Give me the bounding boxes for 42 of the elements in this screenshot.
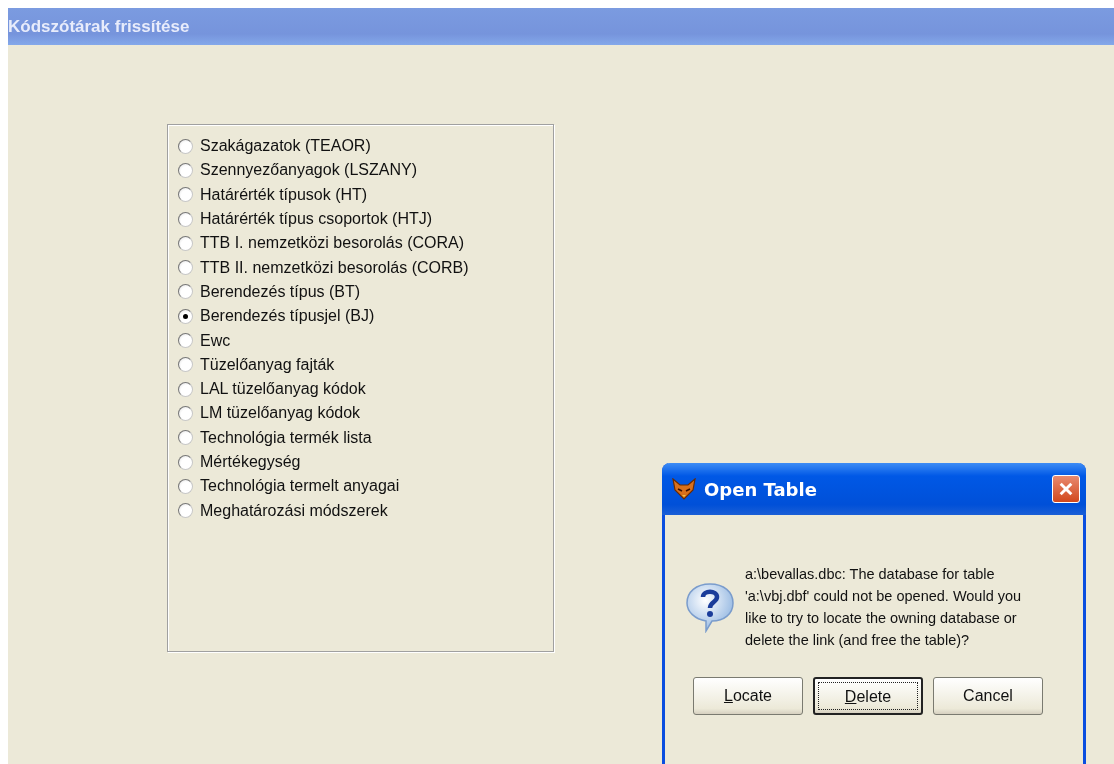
- radio-option[interactable]: Technológia termelt anyagai: [178, 474, 400, 499]
- question-bubble-icon: [683, 581, 737, 633]
- radio-button[interactable]: [178, 478, 193, 494]
- radio-option[interactable]: Tüzelőanyag fajták: [178, 352, 335, 377]
- radio-button[interactable]: [178, 308, 193, 324]
- radio-button[interactable]: [178, 454, 193, 470]
- fox-head-icon: [672, 478, 696, 500]
- radio-option[interactable]: LAL tüzelőanyag kódok: [178, 376, 366, 402]
- dialog-button[interactable]: Delete: [813, 677, 923, 715]
- radio-option[interactable]: TTB I. nemzetközi besorolás (CORA): [178, 231, 465, 256]
- radio-button[interactable]: [178, 381, 193, 397]
- window-title: Kódszótárak frissítése: [8, 16, 190, 37]
- radio-option[interactable]: TTB II. nemzetközi besorolás (CORB): [178, 255, 469, 280]
- radio-button[interactable]: [178, 405, 193, 421]
- dialog-message: a:\bevallas.dbc: The database for table 'a:\vbj.dbf' could not be opened. Would you like to try to locate the owning database or delete the link (and free the table)?: [745, 565, 1023, 650]
- radio-button[interactable]: [178, 235, 193, 251]
- radio-button[interactable]: [178, 187, 193, 203]
- radio-option[interactable]: LM tüzelőanyag kódok: [178, 401, 361, 426]
- radio-option[interactable]: Határérték típus csoportok (HTJ): [178, 206, 433, 232]
- close-icon: [1058, 481, 1074, 497]
- dialog-button[interactable]: Cancel: [933, 677, 1043, 715]
- dialog-button[interactable]: Locate: [693, 677, 803, 715]
- radio-button[interactable]: [178, 138, 193, 154]
- radio-button[interactable]: [178, 162, 193, 178]
- radio-option[interactable]: Határérték típusok (HT): [178, 182, 368, 207]
- radio-option[interactable]: Szakágazatok (TEAOR): [178, 134, 371, 159]
- close-button[interactable]: [1052, 475, 1080, 503]
- radio-option[interactable]: Berendezés típus (BT): [178, 279, 361, 305]
- radio-option[interactable]: Berendezés típusjel (BJ): [178, 304, 375, 329]
- dialog-title: Open Table: [704, 478, 818, 500]
- radio-option[interactable]: Mértékegység: [178, 449, 301, 475]
- radio-button[interactable]: [178, 333, 193, 348]
- radio-button[interactable]: [178, 430, 193, 446]
- radio-button[interactable]: [178, 260, 193, 276]
- radio-button[interactable]: [178, 503, 193, 519]
- radio-option[interactable]: Technológia termék lista: [178, 425, 372, 450]
- radio-option[interactable]: Szennyezőanyagok (LSZANY): [178, 158, 417, 183]
- radio-button[interactable]: [178, 357, 193, 373]
- radio-button[interactable]: [178, 284, 193, 300]
- radio-button[interactable]: [178, 211, 193, 227]
- radio-option[interactable]: Ewc: [178, 328, 231, 353]
- radio-option[interactable]: Meghatározási módszerek: [178, 498, 388, 523]
